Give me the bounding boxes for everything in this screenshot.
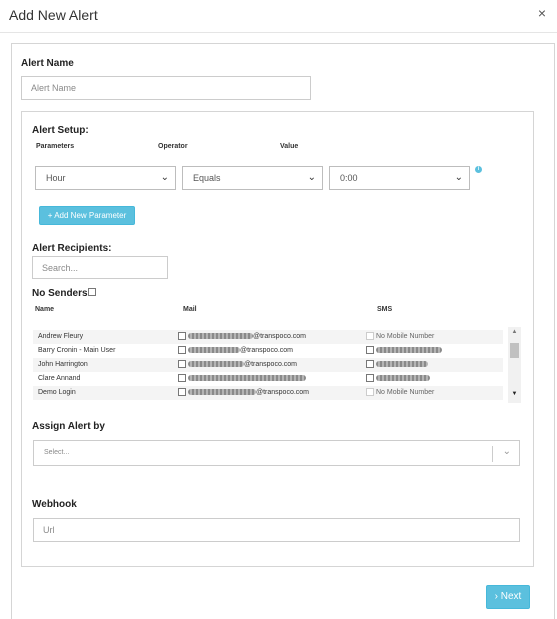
alert-name-label: Alert Name xyxy=(21,58,74,69)
operator-selected-value: Equals xyxy=(193,173,221,183)
recipient-name: John Harrington xyxy=(38,361,88,368)
webhook-url-input[interactable] xyxy=(33,518,520,542)
recipient-mail: @transpoco.com xyxy=(188,347,293,354)
recipient-name: Demo Login xyxy=(38,389,76,396)
chevron-down-icon: ⌄ xyxy=(160,172,169,183)
recipient-sms: No Mobile Number xyxy=(376,389,435,396)
list-item: Clare Annand xyxy=(33,372,503,386)
modal-header: Add New Alert × xyxy=(0,0,557,33)
scroll-down-arrow-icon[interactable]: ▼ xyxy=(508,391,521,397)
mail-column-header: Mail xyxy=(183,306,197,313)
alert-recipients-label: Alert Recipients: xyxy=(32,243,112,254)
sms-column-header: SMS xyxy=(377,306,393,313)
mail-checkbox[interactable] xyxy=(178,388,186,396)
mail-checkbox[interactable] xyxy=(178,332,186,340)
info-icon[interactable]: i xyxy=(475,166,482,173)
alert-setup-label: Alert Setup: xyxy=(32,125,89,136)
parameter-select[interactable]: Hour ⌄ xyxy=(35,166,176,190)
list-item: Demo Login @transpoco.com No Mobile Numb… xyxy=(33,386,503,400)
mail-checkbox[interactable] xyxy=(178,374,186,382)
recipient-name: Barry Cronin - Main User xyxy=(38,347,116,354)
parameter-selected-value: Hour xyxy=(46,173,66,183)
recipient-name: Clare Annand xyxy=(38,375,81,382)
sms-checkbox xyxy=(366,332,374,340)
add-parameter-button[interactable]: + Add New Parameter xyxy=(39,206,135,225)
sms-checkbox[interactable] xyxy=(366,374,374,382)
list-item: Barry Cronin - Main User @transpoco.com xyxy=(33,344,503,358)
operator-select[interactable]: Equals ⌄ xyxy=(182,166,323,190)
mail-checkbox[interactable] xyxy=(178,360,186,368)
webhook-label: Webhook xyxy=(32,499,77,510)
mail-checkbox[interactable] xyxy=(178,346,186,354)
value-select[interactable]: 0:00 ⌄ xyxy=(329,166,470,190)
modal-title: Add New Alert xyxy=(9,7,98,23)
scroll-up-arrow-icon[interactable]: ▲ xyxy=(508,329,521,335)
parameters-column-label: Parameters xyxy=(36,143,75,150)
recipient-mail: @transpoco.com xyxy=(188,333,306,340)
sms-checkbox[interactable] xyxy=(366,346,374,354)
recipients-scrollbar[interactable]: ▲ ▼ xyxy=(508,327,521,403)
sms-checkbox xyxy=(366,388,374,396)
chevron-down-icon: ⌄ xyxy=(454,172,463,183)
no-senders-label: No Senders xyxy=(32,288,88,299)
recipient-mail: @transpoco.com xyxy=(188,361,297,368)
chevron-down-icon: ⌄ xyxy=(307,172,316,183)
recipient-mail: @transpoco.com xyxy=(188,389,309,396)
recipient-sms: No Mobile Number xyxy=(376,333,435,340)
recipient-name: Andrew Fleury xyxy=(38,333,84,340)
alert-name-input[interactable] xyxy=(21,76,311,100)
value-selected-value: 0:00 xyxy=(340,173,358,183)
recipient-mail xyxy=(188,375,306,382)
value-column-label: Value xyxy=(280,143,299,150)
recipients-search-input[interactable] xyxy=(32,256,168,279)
close-icon[interactable]: × xyxy=(538,4,546,22)
next-button[interactable]: › Next xyxy=(486,585,530,609)
recipient-sms xyxy=(376,347,442,354)
assign-select-placeholder: Select... xyxy=(44,449,70,456)
no-senders-checkbox[interactable] xyxy=(88,288,96,296)
sms-checkbox[interactable] xyxy=(366,360,374,368)
chevron-down-icon: ⌄ xyxy=(502,446,511,457)
recipient-sms xyxy=(376,375,430,382)
name-column-header: Name xyxy=(35,306,55,313)
recipients-list: Andrew Fleury @transpoco.com No Mobile N… xyxy=(33,327,523,403)
recipient-sms xyxy=(376,361,428,368)
scroll-thumb[interactable] xyxy=(510,343,519,358)
list-item: John Harrington @transpoco.com xyxy=(33,358,503,372)
list-item: Andrew Fleury @transpoco.com No Mobile N… xyxy=(33,330,503,344)
assign-alert-label: Assign Alert by xyxy=(32,421,105,432)
assign-alert-select[interactable]: Select... ⌄ xyxy=(33,440,520,466)
operator-column-label: Operator xyxy=(158,143,188,150)
select-divider xyxy=(492,446,493,462)
